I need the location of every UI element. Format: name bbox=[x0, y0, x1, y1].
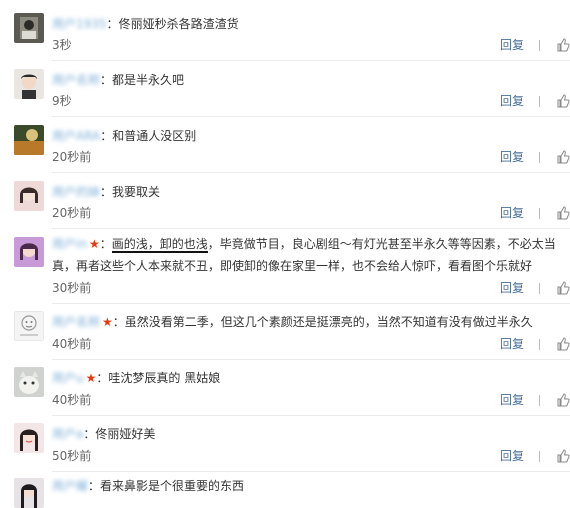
reply-button[interactable]: 回复 bbox=[500, 392, 524, 408]
divider bbox=[52, 303, 570, 304]
divider bbox=[52, 471, 570, 472]
comment-text: 和普通人没区别 bbox=[112, 129, 197, 143]
comment-line: 用户耀：看来鼻影是个很重要的东西 bbox=[52, 475, 562, 497]
thumb-up-icon[interactable] bbox=[556, 206, 570, 220]
reply-button[interactable]: 回复 bbox=[500, 205, 524, 221]
thumb-up-icon[interactable] bbox=[556, 38, 570, 52]
comment-time: 30秒前 bbox=[52, 281, 92, 295]
comment-text: 佟丽娅秒杀各路渣渣货 bbox=[118, 17, 239, 31]
avatar[interactable] bbox=[14, 367, 44, 397]
divider bbox=[52, 415, 570, 416]
comment-text: 佟丽娅好美 bbox=[95, 427, 156, 441]
reply-button[interactable]: 回复 bbox=[500, 37, 524, 53]
comment-line: 用户1935：佟丽娅秒杀各路渣渣货 bbox=[52, 13, 562, 35]
reply-button[interactable]: 回复 bbox=[500, 93, 524, 109]
username[interactable]: 用户的妹 bbox=[52, 181, 100, 203]
comment-time: 9秒 bbox=[52, 94, 72, 108]
avatar[interactable] bbox=[14, 478, 44, 508]
username[interactable]: 用户in bbox=[52, 233, 87, 255]
reply-button[interactable]: 回复 bbox=[500, 336, 524, 352]
username[interactable]: 用户ARA bbox=[52, 125, 100, 147]
divider bbox=[52, 116, 570, 117]
comment-line: 用户in ★：画的浅，卸的也浅，毕竟做节目，良心剧组～有灯光甚至半永久等等因素，不… bbox=[52, 233, 566, 277]
reply-button[interactable]: 回复 bbox=[500, 448, 524, 464]
comment-time: 40秒前 bbox=[52, 393, 92, 407]
divider bbox=[52, 228, 570, 229]
avatar[interactable] bbox=[14, 423, 44, 453]
avatar[interactable] bbox=[14, 181, 44, 211]
username[interactable]: 用户名称 bbox=[52, 311, 100, 333]
username[interactable]: 用户1935 bbox=[52, 13, 107, 35]
vip-star-icon: ★ bbox=[102, 315, 113, 329]
comment-time: 40秒前 bbox=[52, 337, 92, 351]
thumb-up-icon[interactable] bbox=[556, 150, 570, 164]
comment-time: 20秒前 bbox=[52, 206, 92, 220]
vip-star-icon: ★ bbox=[88, 237, 100, 251]
separator bbox=[539, 208, 540, 219]
comment-time: 3秒 bbox=[52, 38, 72, 52]
reply-button[interactable]: 回复 bbox=[500, 149, 524, 165]
avatar[interactable] bbox=[14, 13, 44, 43]
comment-text: 哇沈梦辰真的 黑姑娘 bbox=[108, 371, 221, 385]
comment-line: 用户a：佟丽娅好美 bbox=[52, 423, 562, 445]
avatar[interactable] bbox=[14, 311, 44, 341]
reply-button[interactable]: 回复 bbox=[500, 280, 524, 296]
separator bbox=[539, 96, 540, 107]
comment-text: 看来鼻影是个很重要的东西 bbox=[100, 479, 245, 493]
divider bbox=[52, 60, 570, 61]
avatar[interactable] bbox=[14, 69, 44, 99]
thumb-up-icon[interactable] bbox=[556, 281, 570, 295]
separator bbox=[539, 283, 540, 294]
thumb-up-icon[interactable] bbox=[556, 337, 570, 351]
comment-text: 都是半永久吧 bbox=[112, 73, 185, 87]
vip-star-icon: ★ bbox=[85, 371, 97, 385]
separator bbox=[539, 40, 540, 51]
comment-line: 用户u ★：哇沈梦辰真的 黑姑娘 bbox=[52, 367, 562, 389]
comment-line: 用户的妹：我要取关 bbox=[52, 181, 562, 203]
username[interactable]: 用户a bbox=[52, 423, 83, 445]
avatar[interactable] bbox=[14, 125, 44, 155]
comment-text-underlined: 画的浅，卸的也浅 bbox=[111, 237, 208, 253]
thumb-up-icon[interactable] bbox=[556, 449, 570, 463]
separator bbox=[539, 152, 540, 163]
comment-text: 我要取关 bbox=[112, 185, 161, 199]
username[interactable]: 用户耀 bbox=[52, 475, 88, 497]
comment-line: 用户名称 ★：虽然没看第二季，但这几个素颜还是挺漂亮的，当然不知道有没有做过半永久 bbox=[52, 311, 562, 333]
username[interactable]: 用户名称 bbox=[52, 69, 100, 91]
divider bbox=[52, 172, 570, 173]
comment-text: 虽然没看第二季，但这几个素颜还是挺漂亮的，当然不知道有没有做过半永久 bbox=[124, 315, 533, 329]
divider bbox=[52, 359, 570, 360]
avatar[interactable] bbox=[14, 237, 44, 267]
thumb-up-icon[interactable] bbox=[556, 393, 570, 407]
separator bbox=[539, 451, 540, 462]
thumb-up-icon[interactable] bbox=[556, 94, 570, 108]
separator bbox=[539, 339, 540, 350]
comment-line: 用户名称：都是半永久吧 bbox=[52, 69, 562, 91]
comment-time: 50秒前 bbox=[52, 449, 92, 463]
separator bbox=[539, 395, 540, 406]
username[interactable]: 用户u bbox=[52, 367, 84, 389]
comment-time: 20秒前 bbox=[52, 150, 92, 164]
comment-line: 用户ARA：和普通人没区别 bbox=[52, 125, 562, 147]
